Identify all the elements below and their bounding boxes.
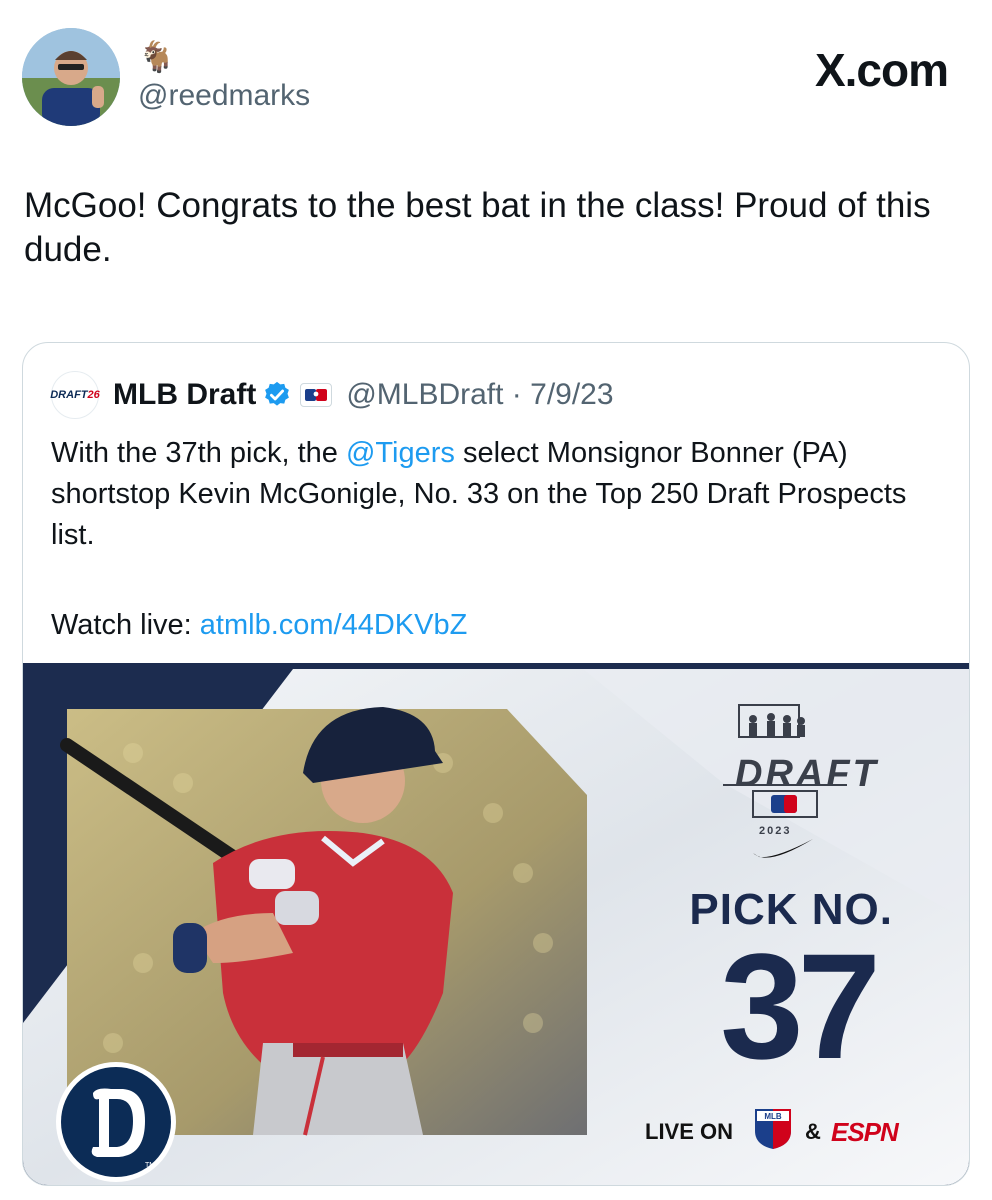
mlb-network-icon: MLB <box>755 1109 791 1149</box>
quoted-author-name[interactable]: MLB Draft <box>113 378 256 412</box>
logo-number: 26 <box>87 389 100 401</box>
tigers-mention-link[interactable]: @Tigers <box>346 437 455 469</box>
quoted-handle-date: @MLBDraft · 7/9/23 <box>346 378 614 411</box>
avatar[interactable] <box>22 28 120 126</box>
mlb-affiliate-badge-icon <box>300 383 333 407</box>
live-on-label: LIVE ON <box>645 1119 734 1144</box>
avatar-image <box>22 28 120 126</box>
tweet-text: McGoo! Congrats to the best bat in the c… <box>24 186 931 269</box>
draft-pick-graphic[interactable]: DRAFT 2023 PICK NO. 37 TM LIVE ON MLB & … <box>23 663 969 1185</box>
watch-live-link[interactable]: atmlb.com/44DKVbZ <box>200 609 468 641</box>
quoted-tweet-header: DRAFT 26 MLB Draft @MLBDraft · 7/9/23 <box>50 371 614 419</box>
ampersand: & <box>805 1119 821 1144</box>
tigers-logo-icon: TM <box>56 1062 176 1182</box>
watch-live-label: Watch live: <box>51 609 200 641</box>
pick-number: 37 <box>720 922 881 1090</box>
draft-year: 2023 <box>759 825 792 837</box>
verified-badge-icon <box>265 381 290 406</box>
author-handle[interactable]: @reedmarks <box>138 78 310 114</box>
watch-live-line: Watch live: atmlb.com/44DKVbZ <box>51 605 467 645</box>
draft-logo-text: DRAFT <box>735 753 879 795</box>
goat-emoji: 🐐 <box>138 41 176 74</box>
quoted-tweet-card[interactable]: DRAFT 26 MLB Draft @MLBDraft · 7/9/23 Wit… <box>22 342 970 1186</box>
trademark-mark: TM <box>145 1162 155 1169</box>
site-label: X.com <box>814 44 949 96</box>
quoted-tweet-text: With the 37th pick, the @Tigers select M… <box>51 433 951 556</box>
mlb-network-text: MLB <box>764 1112 782 1121</box>
quoted-text-start: With the 37th pick, the <box>51 437 346 469</box>
espn-logo-text: ESPN <box>831 1117 899 1147</box>
logo-text: DRAFT <box>50 389 88 401</box>
mlb-draft-avatar[interactable]: DRAFT 26 <box>50 371 100 419</box>
